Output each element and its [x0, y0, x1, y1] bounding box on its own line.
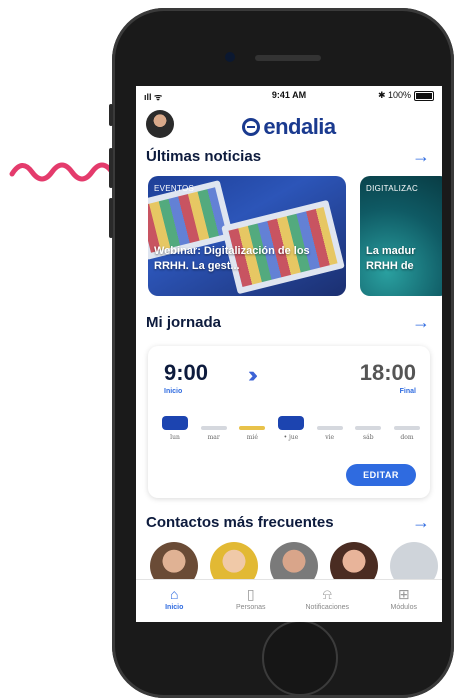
battery-icon — [414, 90, 434, 101]
day-wed[interactable]: mié — [239, 416, 266, 441]
news-card-tag: EVENTOS — [154, 184, 195, 193]
chevrons-right-icon: ››› — [248, 362, 258, 387]
jornada-card[interactable]: 9:00 Inicio ››› 18:00 Final lun mar mié … — [148, 346, 430, 498]
tab-inicio[interactable]: ⌂ Inicio — [139, 580, 209, 622]
weekday-row: lun mar mié • jue vie sáb dom — [162, 416, 420, 441]
day-tue[interactable]: mar — [200, 416, 227, 441]
jornada-arrow-icon[interactable]: → — [412, 313, 430, 331]
app-logo: endalia — [136, 114, 442, 140]
contacts-title: Contactos más frecuentes — [146, 513, 334, 531]
tab-personas[interactable]: ▯ Personas — [216, 580, 286, 622]
contacts-header: Contactos más frecuentes → — [136, 508, 442, 536]
end-label: Final — [399, 388, 416, 395]
status-bar: ıll ᯤ 9:41 AM ✱ 100% — [136, 86, 442, 106]
day-sat[interactable]: sáb — [355, 416, 382, 441]
home-icon: ⌂ — [170, 586, 179, 602]
logo-text: endalia — [263, 114, 336, 139]
squiggle-decoration — [9, 162, 115, 182]
edit-button[interactable]: EDITAR — [346, 464, 416, 486]
front-camera — [225, 52, 235, 62]
news-title: Últimas noticias — [146, 147, 262, 165]
contacts-arrow-icon[interactable]: → — [412, 513, 430, 531]
logo-icon — [242, 118, 261, 136]
start-time: 9:00 — [164, 360, 209, 385]
day-thu[interactable]: • jue — [277, 416, 304, 441]
day-mon[interactable]: lun — [162, 416, 188, 441]
tab-modulos[interactable]: ⊞ Módulos — [369, 580, 439, 622]
app-header: endalia — [136, 106, 442, 142]
news-card-headline: La madur RRHH de — [366, 245, 416, 272]
tab-notificaciones[interactable]: ⍾ Notificaciones — [292, 580, 362, 622]
app-screen: ıll ᯤ 9:41 AM ✱ 100% endalia Últimas not… — [136, 86, 442, 622]
home-button[interactable] — [262, 620, 338, 696]
news-header: Últimas noticias → — [136, 142, 442, 170]
news-card[interactable]: DIGITALIZAC La madur RRHH de — [360, 176, 442, 296]
day-fri[interactable]: vie — [316, 416, 343, 441]
news-card-headline: Webinar: Digitalización de los RRHH. La … — [154, 245, 310, 272]
news-card-tag: DIGITALIZAC — [366, 184, 419, 193]
end-time: 18:00 — [359, 360, 416, 385]
person-icon: ▯ — [246, 586, 255, 602]
news-arrow-icon[interactable]: → — [412, 147, 430, 165]
earpiece-speaker — [255, 55, 321, 61]
start-label: Inicio — [164, 388, 183, 395]
jornada-title: Mi jornada — [146, 313, 222, 331]
grid-icon: ⊞ — [397, 586, 410, 602]
bell-icon: ⍾ — [322, 586, 332, 602]
day-sun[interactable]: dom — [393, 416, 420, 441]
battery-percent: ✱ 100% — [377, 90, 411, 100]
news-carousel[interactable]: EVENTOS Webinar: Digitalización de los R… — [136, 176, 442, 300]
jornada-header: Mi jornada → — [136, 308, 442, 336]
bottom-tab-bar: ⌂ Inicio ▯ Personas ⍾ Notificaciones ⊞ M… — [136, 579, 442, 622]
news-card[interactable]: EVENTOS Webinar: Digitalización de los R… — [148, 176, 346, 296]
